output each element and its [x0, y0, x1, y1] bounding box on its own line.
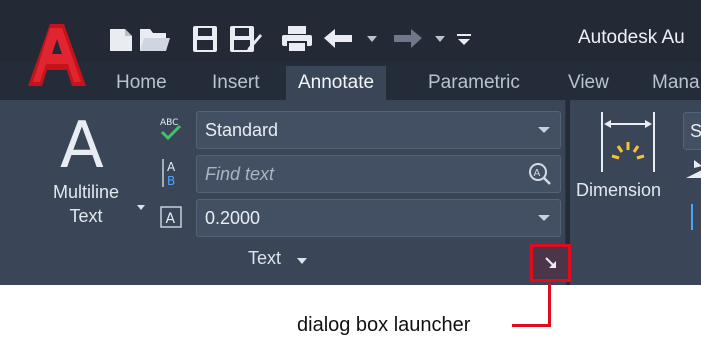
- multiline-label-line2: Text: [69, 206, 103, 226]
- tab-view[interactable]: View: [556, 66, 621, 100]
- customize-toolbar-icon[interactable]: [456, 24, 472, 54]
- spell-check-icon[interactable]: ABC: [156, 114, 186, 144]
- text-style-select[interactable]: Standard: [196, 111, 561, 149]
- autocad-logo-icon[interactable]: [28, 24, 86, 86]
- dimension-icon[interactable]: [598, 112, 658, 174]
- tab-insert[interactable]: Insert: [200, 66, 272, 100]
- chevron-down-icon: [538, 127, 550, 133]
- text-panel-title[interactable]: Text: [248, 248, 281, 269]
- tab-annotate[interactable]: Annotate: [286, 66, 387, 100]
- dimension-style-value: S: [690, 121, 701, 141]
- tab-home[interactable]: Home: [104, 66, 179, 100]
- dimension-linear-icon[interactable]: [690, 204, 700, 230]
- dimension-style-select[interactable]: S: [683, 112, 701, 150]
- launcher-arrow-icon: [544, 257, 556, 268]
- svg-text:A: A: [534, 168, 541, 179]
- multiline-text-button[interactable]: Multiline Text: [34, 180, 138, 228]
- multiline-dropdown-icon[interactable]: [136, 202, 146, 212]
- tab-manage[interactable]: Mana: [640, 66, 701, 100]
- find-text-field[interactable]: Find text A: [196, 155, 561, 193]
- svg-text:A: A: [167, 160, 176, 174]
- open-folder-icon[interactable]: [138, 24, 172, 54]
- redo-icon[interactable]: [392, 24, 424, 54]
- redo-dropdown-icon[interactable]: [434, 24, 446, 54]
- window-title: Autodesk Au: [578, 27, 685, 48]
- svg-text:A: A: [166, 211, 176, 227]
- find-text-input[interactable]: Find text: [205, 164, 274, 184]
- autocad-window: Autodesk Au Home Insert Annotate Paramet…: [0, 0, 701, 285]
- undo-icon[interactable]: [322, 24, 354, 54]
- svg-text:B: B: [167, 174, 175, 187]
- tab-parametric[interactable]: Parametric: [416, 66, 532, 100]
- new-file-icon[interactable]: [106, 24, 136, 54]
- multiline-text-icon[interactable]: A: [60, 114, 104, 178]
- text-height-select[interactable]: 0.2000: [196, 199, 561, 237]
- svg-text:ABC: ABC: [160, 118, 178, 128]
- dialog-box-launcher-button[interactable]: [530, 244, 571, 282]
- text-style-value: Standard: [205, 120, 279, 140]
- print-icon[interactable]: [280, 24, 314, 54]
- dimension-tool-icon[interactable]: [686, 160, 701, 178]
- callout-label: dialog box launcher: [297, 314, 471, 336]
- callout-line: [512, 324, 551, 327]
- undo-dropdown-icon[interactable]: [366, 24, 378, 54]
- find-replace-icon[interactable]: A B: [156, 158, 186, 188]
- callout-line: [548, 284, 551, 327]
- save-as-icon[interactable]: [228, 24, 264, 54]
- dimension-button-label[interactable]: Dimension: [576, 180, 661, 201]
- panel-expand-icon[interactable]: [297, 258, 307, 264]
- save-icon[interactable]: [190, 24, 220, 54]
- text-height-icon[interactable]: A: [156, 202, 186, 232]
- multiline-label-line1: Multiline: [52, 182, 120, 202]
- chevron-down-icon: [538, 215, 550, 221]
- text-height-value: 0.2000: [205, 208, 261, 228]
- search-icon[interactable]: A: [528, 162, 552, 186]
